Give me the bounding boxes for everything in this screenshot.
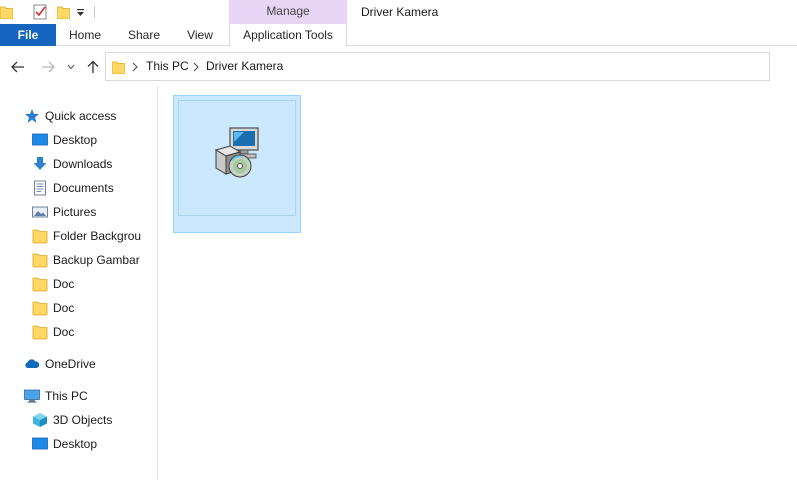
folder-icon	[112, 61, 125, 74]
folder-icon	[32, 277, 48, 292]
folder-icon	[32, 253, 48, 268]
sidebar-item-doc[interactable]: Doc	[32, 297, 157, 319]
sidebar-item-label: Backup Gambar	[53, 253, 140, 267]
address-bar[interactable]: This PC Driver Kamera	[105, 52, 770, 81]
folder-icon	[32, 229, 48, 244]
tab-application-tools[interactable]: Application Tools	[229, 24, 347, 47]
desktop-icon	[32, 133, 48, 146]
sidebar-item-folder-background[interactable]: Folder Backgrou	[32, 225, 157, 247]
3d-objects-icon	[33, 413, 47, 427]
properties-icon[interactable]	[33, 3, 48, 20]
navigation-pane: Quick access Desktop Downloads Documents	[0, 86, 158, 480]
file-item-selected[interactable]	[173, 95, 301, 233]
pictures-icon	[32, 206, 48, 218]
computer-icon	[24, 389, 40, 403]
customize-qat-icon[interactable]	[76, 6, 85, 18]
folder-icon	[32, 301, 48, 316]
folder-icon[interactable]	[0, 5, 13, 19]
sidebar-item-label: Documents	[53, 181, 114, 195]
sidebar-item-label: Desktop	[53, 133, 98, 147]
tab-share[interactable]: Share	[118, 24, 170, 46]
sidebar-item-quick-access[interactable]: Quick access	[24, 105, 154, 127]
window-title: Driver Kamera	[361, 5, 439, 19]
sidebar-item-doc[interactable]: Doc	[32, 273, 157, 295]
chevron-down-icon	[67, 64, 75, 70]
sidebar-item-pictures[interactable]: Pictures	[32, 201, 157, 223]
sidebar-item-doc[interactable]: Doc	[32, 321, 157, 343]
setup-installer-icon	[214, 127, 259, 178]
sidebar-item-label: 3D Objects	[53, 413, 113, 427]
back-button[interactable]	[9, 58, 27, 76]
star-icon	[25, 109, 39, 123]
qat-separator	[94, 6, 95, 18]
sidebar-item-label: Quick access	[45, 109, 117, 123]
tab-home[interactable]: Home	[60, 24, 110, 46]
file-list[interactable]	[159, 86, 797, 480]
sidebar-item-desktop[interactable]: Desktop	[32, 129, 157, 151]
sidebar-item-documents[interactable]: Documents	[32, 177, 157, 199]
breadcrumb-this-pc[interactable]: This PC	[146, 53, 189, 80]
arrow-up-icon	[87, 60, 99, 73]
arrow-left-icon	[11, 61, 24, 73]
new-folder-icon[interactable]	[57, 5, 70, 19]
context-group-manage: Manage	[229, 0, 347, 24]
sidebar-item-onedrive[interactable]: OneDrive	[24, 353, 154, 375]
sidebar-item-label: Folder Backgrou	[53, 229, 142, 243]
navigation-bar: This PC Driver Kamera	[0, 46, 797, 86]
tab-file[interactable]: File	[0, 24, 56, 46]
breadcrumb-driver-kamera[interactable]: Driver Kamera	[206, 53, 283, 80]
sidebar-item-label: OneDrive	[45, 357, 96, 371]
ribbon-tabs: File Home Share View Application Tools	[0, 24, 797, 47]
sidebar-item-label: Doc	[53, 325, 75, 339]
sidebar-item-this-pc[interactable]: This PC	[24, 385, 154, 407]
chevron-right-icon[interactable]	[192, 61, 200, 73]
recent-locations-button[interactable]	[65, 58, 77, 76]
folder-icon	[32, 325, 48, 340]
downloads-icon	[33, 157, 47, 170]
tab-view[interactable]: View	[178, 24, 222, 46]
sidebar-item-backup-gambar[interactable]: Backup Gambar	[32, 249, 157, 271]
sidebar-item-downloads[interactable]: Downloads	[32, 153, 157, 175]
sidebar-item-label: Pictures	[53, 205, 97, 219]
sidebar-item-label: Doc	[53, 301, 75, 315]
up-button[interactable]	[84, 58, 102, 76]
sidebar-item-label: Doc	[53, 277, 75, 291]
chevron-right-icon[interactable]	[131, 61, 139, 73]
sidebar-item-label: This PC	[45, 389, 88, 403]
sidebar-item-desktop-pc[interactable]: Desktop	[32, 433, 157, 455]
documents-icon	[34, 180, 46, 196]
arrow-right-icon	[42, 61, 55, 73]
sidebar-item-label: Desktop	[53, 437, 98, 451]
cloud-icon	[25, 359, 40, 368]
sidebar-item-label: Downloads	[53, 157, 113, 171]
desktop-icon	[32, 437, 48, 450]
sidebar-item-3d-objects[interactable]: 3D Objects	[32, 409, 157, 431]
title-bar: Manage Driver Kamera	[0, 0, 797, 24]
forward-button[interactable]	[39, 58, 57, 76]
